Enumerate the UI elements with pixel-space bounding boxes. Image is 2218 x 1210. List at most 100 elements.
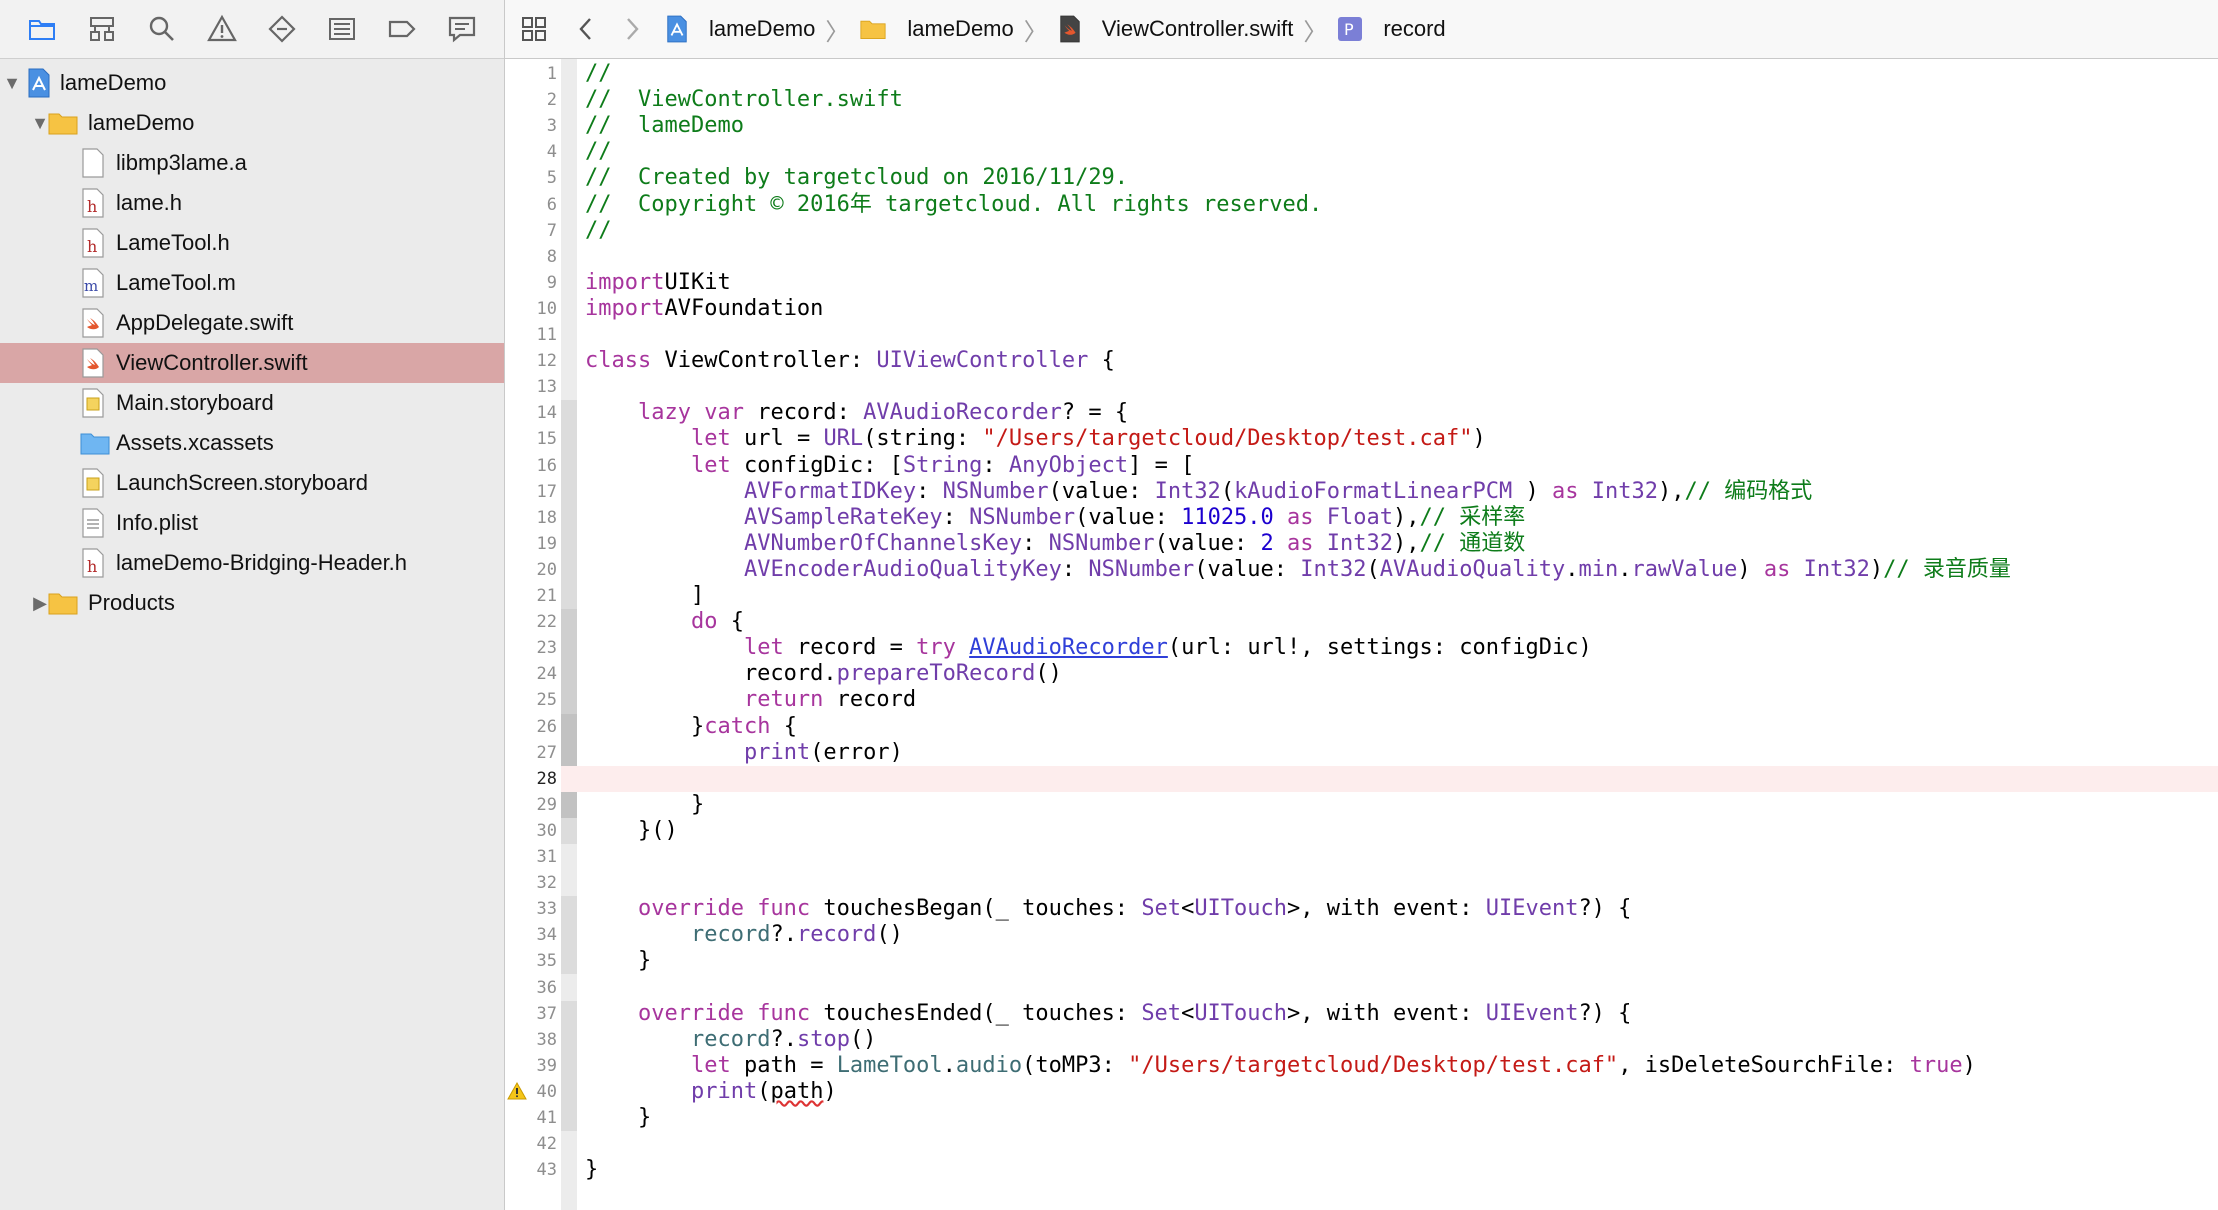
code-token: path = xyxy=(730,1053,837,1078)
tree-item[interactable]: m LameTool.m xyxy=(0,263,504,303)
code-line[interactable]: } xyxy=(585,1105,2218,1131)
code-line[interactable]: let record = try AVAudioRecorder(url: ur… xyxy=(585,635,2218,661)
code-line[interactable]: let configDic: [String: AnyObject] = [ xyxy=(585,453,2218,479)
current-line-highlight xyxy=(561,766,2218,792)
forward-chevron-icon[interactable] xyxy=(609,0,655,58)
folder-icon[interactable] xyxy=(12,0,72,58)
message-icon[interactable] xyxy=(432,0,492,58)
disclosure-down-icon[interactable]: ▼ xyxy=(0,71,24,95)
code-line[interactable]: importAVFoundation xyxy=(585,296,2218,322)
tree-item[interactable]: libmp3lame.a xyxy=(0,143,504,183)
code-line[interactable] xyxy=(585,244,2218,270)
code-line[interactable]: // Copyright © 2016年 targetcloud. All ri… xyxy=(585,192,2218,218)
code-line[interactable]: record?.stop() xyxy=(585,1027,2218,1053)
code-line[interactable]: // ViewController.swift xyxy=(585,87,2218,113)
code-token: }() xyxy=(585,818,678,843)
code-token: "/Users/targetcloud/Desktop/test.caf" xyxy=(1128,1053,1619,1078)
tree-item-label: lameDemo xyxy=(88,110,195,135)
warning-icon[interactable] xyxy=(507,1081,529,1102)
breadcrumb-item[interactable]: lameDemo 〉 xyxy=(859,0,1057,58)
hierarchy-icon[interactable] xyxy=(72,0,132,58)
tree-item[interactable]: ▼ lameDemo xyxy=(0,103,504,143)
code-token: (toMP3: xyxy=(1022,1053,1129,1078)
code-line[interactable] xyxy=(585,844,2218,870)
breadcrumb-item[interactable]: ViewController.swift 〉 xyxy=(1058,0,1338,58)
code-line[interactable] xyxy=(585,870,2218,896)
code-line[interactable]: } xyxy=(585,792,2218,818)
tree-item-label: Assets.xcassets xyxy=(116,430,274,455)
tree-item[interactable]: ▶ Products xyxy=(0,583,504,623)
code-line[interactable]: // lameDemo xyxy=(585,113,2218,139)
code-line[interactable]: AVNumberOfChannelsKey: NSNumber(value: 2… xyxy=(585,531,2218,557)
tree-item[interactable]: Main.storyboard xyxy=(0,383,504,423)
code-line[interactable]: print(path) xyxy=(585,1079,2218,1105)
search-icon[interactable] xyxy=(132,0,192,58)
code-line[interactable] xyxy=(585,322,2218,348)
code-line[interactable]: return record xyxy=(585,687,2218,713)
related-items-icon[interactable] xyxy=(505,0,563,58)
code-token: url = xyxy=(730,426,824,451)
code-line[interactable] xyxy=(585,1131,2218,1157)
diamond-icon[interactable] xyxy=(252,0,312,58)
breadcrumb-separator-icon: 〉 xyxy=(1023,18,1048,46)
code-line[interactable]: // xyxy=(585,139,2218,165)
code-line[interactable] xyxy=(585,975,2218,1001)
breadcrumb-item[interactable]: lameDemo 〉 xyxy=(665,0,859,58)
code-token: import xyxy=(585,296,665,321)
code-line[interactable]: let url = URL(string: "/Users/targetclou… xyxy=(585,426,2218,452)
tree-item[interactable]: h lame.h xyxy=(0,183,504,223)
line-number: 22 xyxy=(536,612,557,632)
tree-item[interactable]: AppDelegate.swift xyxy=(0,303,504,343)
line-number: 10 xyxy=(536,299,557,319)
code-token: ), xyxy=(1657,479,1685,504)
tree-item[interactable]: Assets.xcassets xyxy=(0,423,504,463)
back-chevron-icon[interactable] xyxy=(563,0,609,58)
warning-icon[interactable] xyxy=(192,0,252,58)
code-line[interactable] xyxy=(585,374,2218,400)
code-line[interactable]: override func touchesBegan(_ touches: Se… xyxy=(585,896,2218,922)
swift-file-icon xyxy=(80,348,106,384)
code-line[interactable]: } xyxy=(585,1157,2218,1183)
code-line[interactable]: importUIKit xyxy=(585,270,2218,296)
tree-item[interactable]: h lameDemo-Bridging-Header.h xyxy=(0,543,504,583)
code-folding-ribbon[interactable] xyxy=(561,59,577,1210)
code-line[interactable]: record?.record() xyxy=(585,922,2218,948)
code-token: // xyxy=(585,218,612,243)
tree-item[interactable]: h LameTool.h xyxy=(0,223,504,263)
code-token: () xyxy=(1035,661,1062,686)
code-line[interactable]: }() xyxy=(585,818,2218,844)
code-token: stop xyxy=(796,1027,850,1052)
code-line[interactable]: record.prepareToRecord() xyxy=(585,661,2218,687)
code-line[interactable]: }catch { xyxy=(585,714,2218,740)
code-line[interactable]: // xyxy=(585,61,2218,87)
breadcrumb-item[interactable]: Precord xyxy=(1337,0,1446,58)
code-token: ) xyxy=(1472,426,1486,451)
code-token: ?) { xyxy=(1578,1001,1632,1026)
jump-bar: lameDemo 〉 lameDemo 〉 ViewController.swift 〉 P… xyxy=(505,0,2218,59)
code-line[interactable]: override func touchesEnded(_ touches: Se… xyxy=(585,1001,2218,1027)
code-token: < xyxy=(1181,896,1195,921)
code-line[interactable]: } xyxy=(585,948,2218,974)
tree-item[interactable]: ▼ lameDemo xyxy=(0,63,504,103)
code-line[interactable]: // xyxy=(585,218,2218,244)
code-line[interactable]: print(error) xyxy=(585,740,2218,766)
code-line[interactable]: do { xyxy=(585,609,2218,635)
code-line[interactable]: let path = LameTool.audio(toMP3: "/Users… xyxy=(585,1053,2218,1079)
code-line[interactable]: class ViewController: UIViewController { xyxy=(585,348,2218,374)
code-line[interactable]: lazy var record: AVAudioRecorder? = { xyxy=(585,400,2218,426)
tree-item[interactable]: LaunchScreen.storyboard xyxy=(0,463,504,503)
code-token: as xyxy=(1551,479,1579,504)
code-line[interactable]: // Created by targetcloud on 2016/11/29. xyxy=(585,165,2218,191)
code-text-area[interactable]: //// ViewController.swift// lameDemo////… xyxy=(577,59,2218,1210)
code-token: UITouch xyxy=(1194,1001,1288,1026)
asset-catalog-icon xyxy=(80,428,110,464)
list-icon[interactable] xyxy=(312,0,372,58)
code-line[interactable]: AVEncoderAudioQualityKey: NSNumber(value… xyxy=(585,557,2218,583)
tree-item[interactable]: Info.plist xyxy=(0,503,504,543)
tag-icon[interactable] xyxy=(372,0,432,58)
code-line[interactable]: AVSampleRateKey: NSNumber(value: 11025.0… xyxy=(585,505,2218,531)
code-line[interactable]: AVFormatIDKey: NSNumber(value: Int32(kAu… xyxy=(585,479,2218,505)
code-line[interactable]: ] xyxy=(585,583,2218,609)
tree-item[interactable]: ViewController.swift xyxy=(0,343,504,383)
svg-text:m: m xyxy=(84,277,98,295)
